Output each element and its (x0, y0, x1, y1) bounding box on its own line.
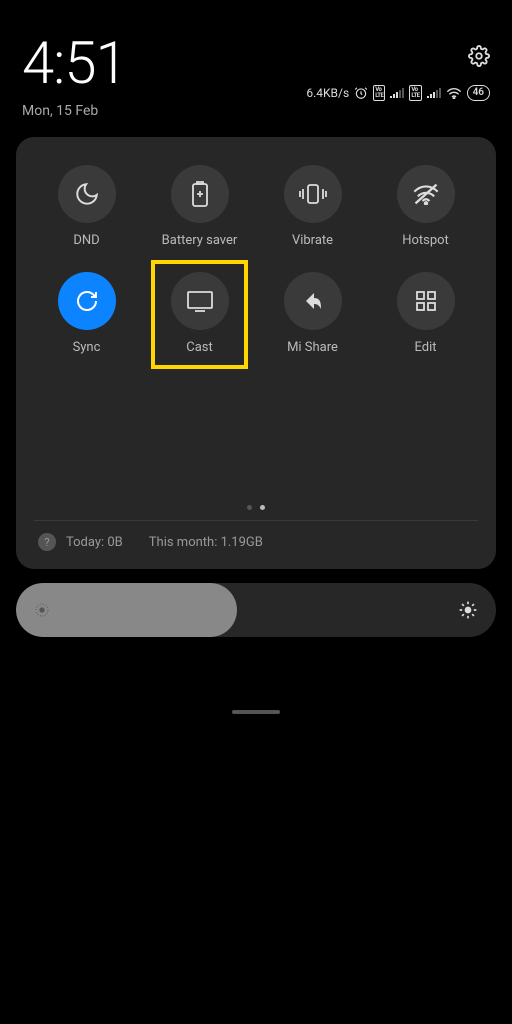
signal-icon-2 (427, 88, 441, 98)
tile-mishare[interactable]: Mi Share (260, 272, 365, 355)
data-usage-row[interactable]: ? Today: 0B This month: 1.19GB (34, 533, 478, 555)
drag-handle[interactable] (232, 710, 280, 714)
quick-settings-panel: DND Battery saver Vibrate Hotspot Sync (16, 137, 496, 569)
mishare-icon (300, 288, 326, 314)
data-today: Today: 0B (66, 535, 123, 550)
battery-plus-icon (191, 180, 209, 208)
hotspot-icon (412, 183, 440, 205)
status-bar: 6.4KB/s VoLTE VoLTE 46 (306, 85, 490, 101)
alarm-icon (354, 86, 368, 100)
brightness-low-icon (34, 602, 50, 618)
signal-icon-1 (390, 88, 404, 98)
volte-badge-1: VoLTE (373, 85, 385, 101)
page-indicator (34, 505, 478, 510)
vibrate-icon (298, 182, 328, 206)
sync-icon (75, 289, 99, 313)
tile-sync[interactable]: Sync (34, 272, 139, 355)
data-month: This month: 1.19GB (149, 535, 263, 550)
moon-icon (74, 181, 100, 207)
tile-vibrate[interactable]: Vibrate (260, 165, 365, 248)
tile-dnd[interactable]: DND (34, 165, 139, 248)
brightness-high-icon (458, 600, 478, 620)
volte-badge-2: VoLTE (409, 85, 421, 101)
tile-battery-saver[interactable]: Battery saver (147, 165, 252, 248)
tile-edit[interactable]: Edit (373, 272, 478, 355)
brightness-slider[interactable] (16, 583, 496, 637)
grid-icon (415, 290, 437, 312)
wifi-icon (446, 87, 462, 99)
question-icon: ? (38, 533, 56, 551)
clock-time: 4:51 (22, 35, 127, 93)
tile-hotspot[interactable]: Hotspot (373, 165, 478, 248)
battery-level: 46 (467, 85, 490, 101)
network-speed: 6.4KB/s (306, 86, 349, 100)
tile-cast[interactable]: Cast (147, 272, 252, 355)
cast-highlight (151, 260, 248, 369)
clock-date: Mon, 15 Feb (22, 103, 127, 119)
gear-icon[interactable] (468, 45, 490, 67)
